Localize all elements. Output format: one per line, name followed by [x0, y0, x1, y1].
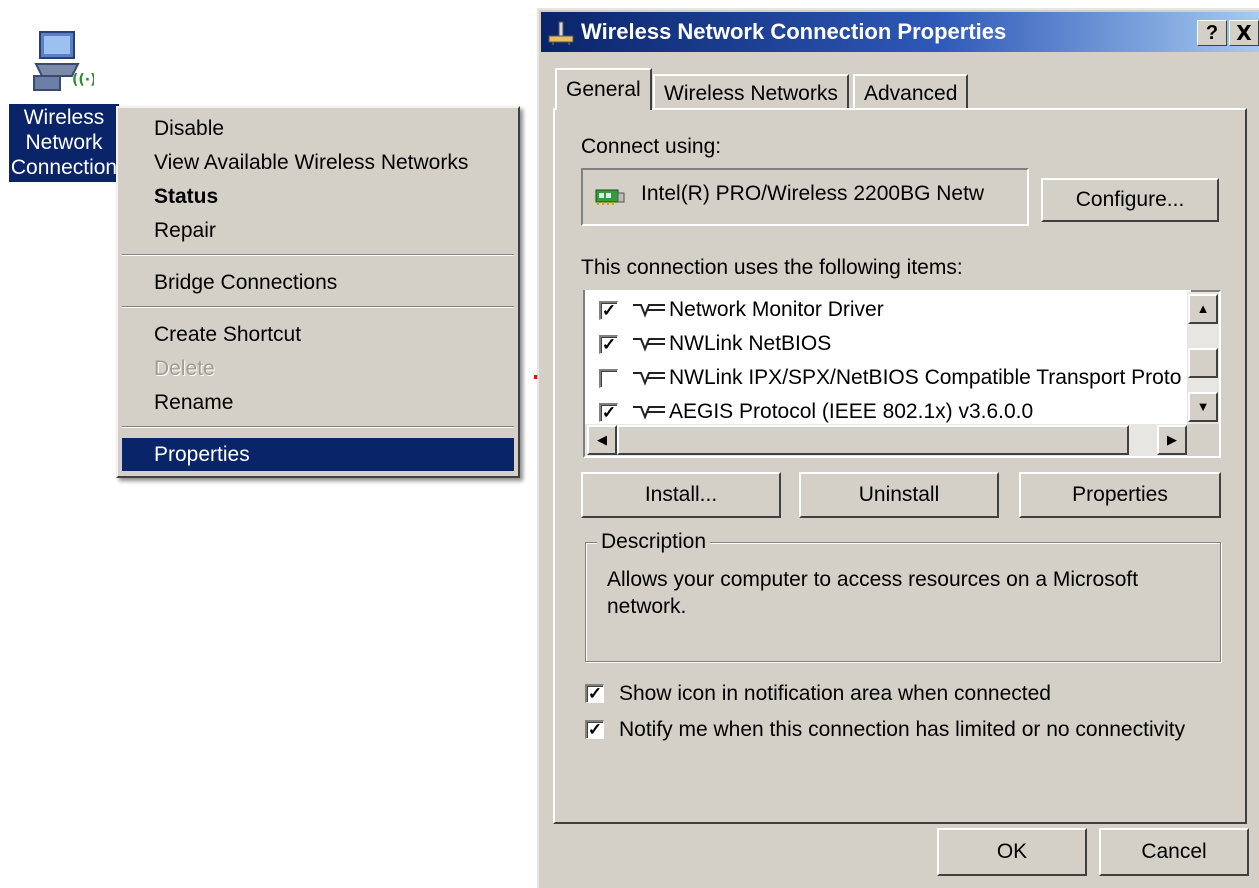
item-checkbox[interactable] — [599, 369, 618, 388]
protocol-icon — [633, 304, 665, 318]
properties-button[interactable]: Properties — [1019, 472, 1221, 518]
item-label: NWLink IPX/SPX/NetBIOS Compatible Transp… — [669, 366, 1182, 389]
scroll-left-button[interactable]: ◀ — [587, 425, 617, 455]
item-checkbox[interactable]: ✓ — [599, 301, 618, 320]
network-computer-icon: ((·)) — [33, 31, 94, 91]
scroll-down-button[interactable]: ▼ — [1188, 392, 1218, 422]
properties-dialog: Wireless Network Connection Properties ?… — [537, 8, 1259, 888]
close-button[interactable]: X — [1229, 20, 1259, 46]
svg-text:((·)): ((·)) — [72, 72, 94, 88]
help-button[interactable]: ? — [1197, 20, 1227, 46]
network-connection-icon — [548, 21, 574, 45]
vertical-scrollbar[interactable]: ▲ ▼ — [1187, 292, 1219, 424]
context-menu: Disable View Available Wireless Networks… — [116, 106, 520, 478]
items-list[interactable]: ✓ Network Monitor Driver ✓ NWLink NetBIO… — [585, 290, 1191, 436]
menu-item-status[interactable]: Status — [122, 180, 514, 213]
title-bar[interactable]: Wireless Network Connection Properties ?… — [541, 12, 1259, 52]
menu-item-bridge-connections[interactable]: Bridge Connections — [122, 266, 514, 299]
network-adapter-icon — [595, 189, 625, 205]
menu-item-disable[interactable]: Disable — [122, 112, 514, 145]
scrollbar-corner — [1187, 424, 1219, 456]
item-label: NWLink NetBIOS — [669, 332, 832, 355]
menu-item-create-shortcut[interactable]: Create Shortcut — [122, 318, 514, 351]
tab-wireless-networks[interactable]: Wireless Networks — [653, 74, 849, 110]
horizontal-scrollbar[interactable]: ◀ ▶ — [585, 424, 1187, 456]
scroll-thumb[interactable] — [1188, 348, 1218, 378]
menu-item-properties[interactable]: Properties — [122, 438, 514, 471]
description-text: Allows your computer to access resources… — [607, 568, 1139, 618]
uninstall-button[interactable]: Uninstall — [799, 472, 999, 518]
connect-using-label: Connect using: — [581, 135, 722, 158]
menu-separator — [122, 426, 514, 428]
configure-button[interactable]: Configure... — [1041, 178, 1219, 222]
ok-button[interactable]: OK — [937, 828, 1087, 876]
cancel-button[interactable]: Cancel — [1099, 828, 1249, 876]
item-checkbox[interactable]: ✓ — [599, 403, 618, 422]
notify-checkbox[interactable]: ✓ — [585, 720, 604, 739]
menu-separator — [122, 306, 514, 308]
notify-label[interactable]: Notify me when this connection has limit… — [619, 718, 1185, 742]
menu-item-rename[interactable]: Rename — [122, 386, 514, 419]
desktop-icon-wireless-network-connection[interactable]: ((·)) Wireless Network Connection — [6, 26, 120, 183]
protocol-icon — [633, 406, 665, 420]
show-icon-label[interactable]: Show icon in notification area when conn… — [619, 682, 1051, 706]
adapter-box: Intel(R) PRO/Wireless 2200BG Netw — [581, 168, 1029, 226]
scroll-up-button[interactable]: ▲ — [1188, 294, 1218, 324]
items-label: This connection uses the following items… — [581, 256, 963, 279]
scroll-thumb-horizontal[interactable] — [617, 425, 1129, 455]
menu-separator — [122, 254, 514, 256]
desktop-icon-label: Wireless Network Connection — [8, 103, 120, 183]
tab-general[interactable]: General — [555, 68, 652, 110]
scroll-right-button[interactable]: ▶ — [1157, 425, 1187, 455]
item-checkbox[interactable]: ✓ — [599, 335, 618, 354]
dialog-title: Wireless Network Connection Properties — [581, 19, 1007, 44]
protocol-icon — [633, 338, 665, 352]
adapter-name: Intel(R) PRO/Wireless 2200BG Netw — [641, 182, 985, 205]
menu-item-repair[interactable]: Repair — [122, 214, 514, 247]
menu-item-view-available-wireless-networks[interactable]: View Available Wireless Networks — [122, 146, 514, 179]
description-title: Description — [597, 530, 711, 554]
item-label: Network Monitor Driver — [669, 298, 884, 321]
show-icon-checkbox[interactable]: ✓ — [585, 684, 604, 703]
protocol-icon — [633, 372, 665, 386]
tab-advanced[interactable]: Advanced — [853, 74, 969, 110]
menu-item-delete: Delete — [154, 357, 215, 380]
install-button[interactable]: Install... — [581, 472, 781, 518]
